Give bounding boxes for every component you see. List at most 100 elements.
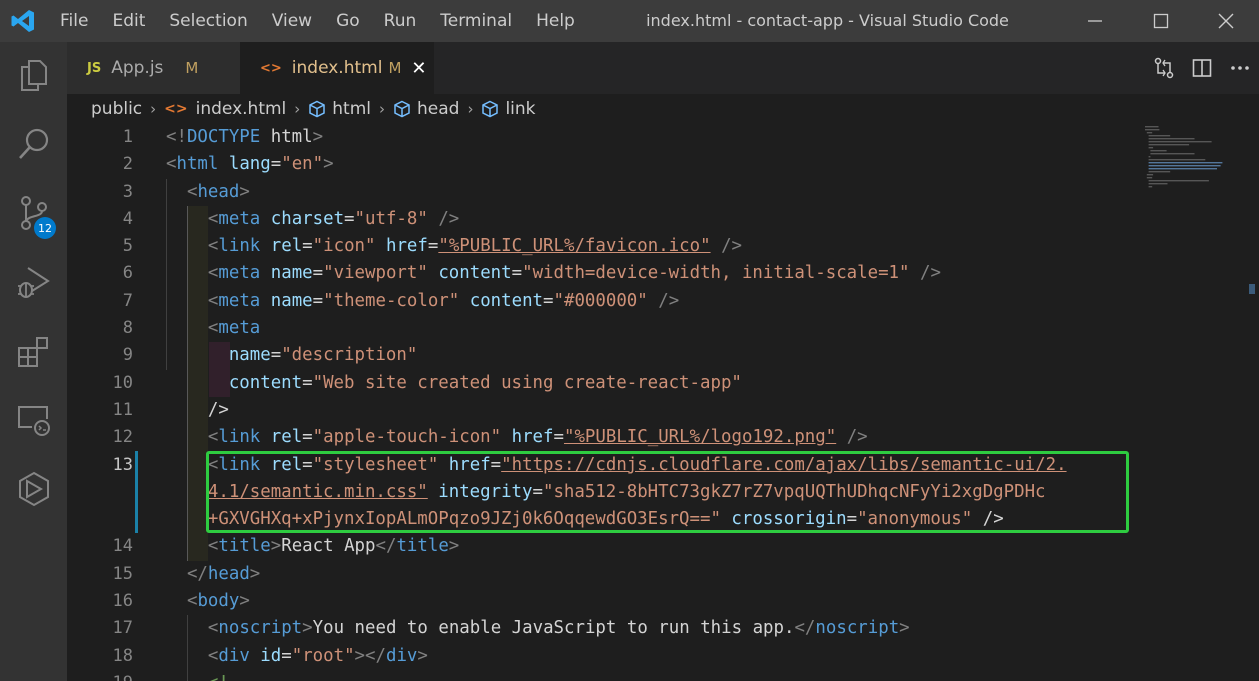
scrollbar[interactable] [1243,284,1259,304]
breadcrumb-item[interactable]: public [91,99,142,119]
tab-label: index.html [291,58,383,78]
window-title: index.html - contact-app - Visual Studio… [646,11,1009,30]
close-window-button[interactable] [1193,0,1259,42]
minimap-line [1146,177,1153,179]
more-actions-button[interactable] [1221,42,1259,94]
line-number: 11 [112,399,133,420]
menu-file[interactable]: File [60,11,88,31]
minimap-line [1148,162,1223,164]
minimap-line [1150,153,1195,155]
source-control-button[interactable] [0,180,67,246]
minimap-line [1145,129,1160,131]
code-line: /> [207,399,229,420]
menu-run[interactable]: Run [384,11,417,31]
line-number: 12 [112,427,133,448]
ellipsis-icon [1231,66,1249,70]
code-line: name="description" [228,345,418,366]
minimap-line [1148,147,1154,149]
line-number: 9 [122,345,133,366]
line-number: 14 [112,536,133,557]
symbol-cube-icon [482,100,499,118]
menu-edit[interactable]: Edit [112,11,145,31]
minimap-line [1148,156,1151,158]
symbol-cube-icon [309,100,326,118]
menu-go[interactable]: Go [336,11,360,31]
line-number: 17 [112,618,133,639]
code-editor[interactable]: 12345678910111213141516171819 <!DOCTYPE … [67,124,1259,681]
menu-terminal[interactable]: Terminal [440,11,512,31]
search-icon [18,128,48,159]
line-number: 3 [122,181,133,202]
line-number: 1 [122,127,133,147]
modified-line-indicator [135,451,138,533]
code-line: <div id="root"></div> [207,645,428,666]
line-number: 13 [112,454,133,475]
vscode-logo-icon [11,10,34,32]
code-line: <meta name="theme-color" content="#00000… [207,290,680,311]
chevron-right-icon: › [467,100,474,118]
code-line: <!-- [166,670,1067,681]
line-number [67,479,133,506]
minimap-line [1148,180,1209,182]
minimize-icon [1088,20,1102,22]
tab-bar: JS App.js M <> index.html M ✕ [67,42,1259,94]
search-button[interactable] [0,111,67,177]
editor-actions [1145,42,1259,94]
remote-explorer-button[interactable] [0,387,67,453]
code-line: <link rel="icon" href="%PUBLIC_URL%/favi… [207,236,743,257]
extensions-icon [17,337,48,367]
tab-app-js[interactable]: JS App.js M [67,42,240,94]
liveshare-button[interactable] [0,456,67,522]
minimap-line [1148,144,1190,146]
code-line: <noscript>You need to enable JavaScript … [207,618,910,639]
scroll-marker [1249,284,1255,294]
activity-bar: 12 [0,42,67,681]
minimap-line [1148,171,1171,173]
explorer-button[interactable] [0,42,67,108]
maximize-button[interactable] [1128,0,1194,42]
line-number: 4 [122,208,133,229]
symbol-cube-icon [394,100,410,118]
minimap-line [1150,150,1167,152]
js-file-icon: JS [87,60,102,76]
code-line: <head> [186,181,250,202]
breadcrumb-item[interactable]: link [481,99,536,119]
breadcrumb-item[interactable]: <> index.html [164,99,286,119]
open-changes-button[interactable] [1145,42,1183,94]
menu-view[interactable]: View [272,11,312,31]
line-number: 10 [112,372,133,393]
html-file-icon: <> [164,101,188,117]
line-number: 8 [122,318,133,339]
menu-help[interactable]: Help [536,11,575,31]
minimap-line [1148,159,1206,161]
breadcrumb-item[interactable]: html [308,99,371,119]
tab-index-html[interactable]: <> index.html M ✕ [240,42,434,94]
breadcrumb-label: link [505,99,536,119]
run-debug-button[interactable] [0,249,67,315]
breadcrumb-label: head [417,99,460,119]
minimize-button[interactable] [1062,0,1128,42]
line-number-gutter: 12345678910111213141516171819 [67,124,133,681]
play-hexagon-icon [18,471,49,507]
line-number: 5 [122,236,133,257]
tab-label: App.js [111,58,164,78]
breadcrumb-label: html [332,99,371,119]
close-icon [1218,13,1234,29]
modified-indicator: M [388,59,402,77]
minimap-line [1146,132,1153,134]
extensions-button[interactable] [0,318,67,384]
compare-changes-icon [1154,57,1174,79]
menu-selection[interactable]: Selection [169,11,247,31]
code-line: <!DOCTYPE html> [166,127,324,147]
minimap[interactable] [1143,124,1243,194]
code-lines: <!DOCTYPE html> <html lang="en"> <head> <… [166,124,1067,681]
code-line: content="Web site created using create-r… [228,372,742,393]
split-editor-button[interactable] [1183,42,1221,94]
code-line: <title>React App</title> [207,536,460,557]
line-number: 18 [112,645,133,666]
minimap-line [1146,174,1154,176]
close-tab-icon[interactable]: ✕ [411,58,426,79]
line-number: 15 [112,563,133,584]
chevron-right-icon: › [150,100,157,118]
breadcrumb-item[interactable]: head [393,99,459,119]
